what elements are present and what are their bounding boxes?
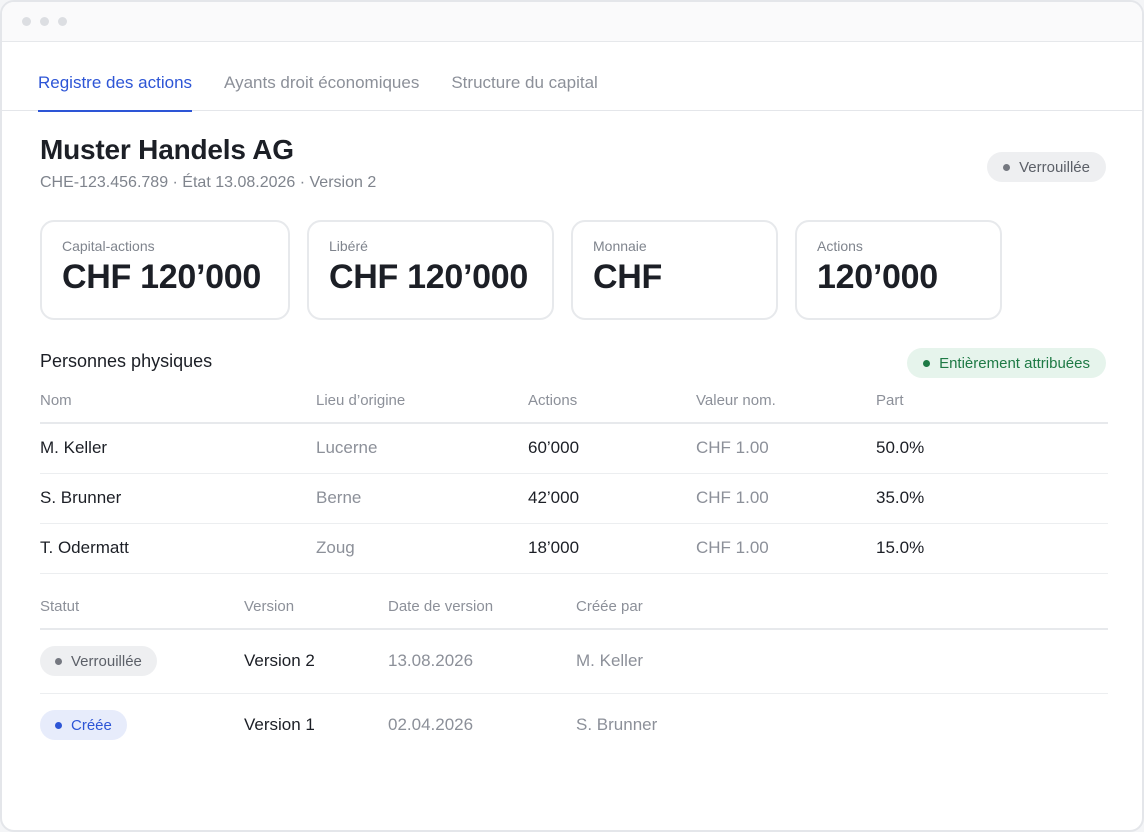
column-header-version[interactable]: Version (244, 598, 388, 630)
company-subtitle: CHE-123.456.789 · État 13.08.2026 · Vers… (40, 174, 377, 191)
table-row[interactable]: S. Brunner Berne 42’000 CHF 1.00 35.0% (40, 473, 1108, 524)
tab-beneficial-owners[interactable]: Ayants droit économiques (224, 60, 419, 111)
app-window: Registre des actions Ayants droit économ… (0, 0, 1144, 832)
cell-version: Version 2 (244, 629, 388, 694)
cell-version: Version 1 (244, 715, 315, 735)
cell-shares: 18’000 (528, 523, 696, 574)
cell-status: Verrouillée (40, 629, 244, 694)
cell-nominal: CHF 1.00 (696, 523, 876, 574)
status-badge-label: Verrouillée (71, 652, 142, 670)
table-header-row: Nom Lieu d’origine Actions Valeur nom. P… (40, 392, 1108, 424)
status-badge-label: Verrouillée (1019, 158, 1090, 176)
cell-shares: 60’000 (528, 423, 696, 474)
cell-name: S. Brunner (40, 473, 316, 524)
card-label: Libéré (329, 238, 368, 254)
window-minimize-button[interactable] (40, 17, 49, 26)
card-share-capital: Capital-actions CHF 120’000 (40, 220, 290, 320)
column-header-part[interactable]: Part (876, 392, 1108, 424)
persons-section-title: Personnes physiques (40, 351, 213, 371)
cell-status: Créée (40, 693, 244, 757)
cell-origin: Zoug (316, 523, 528, 574)
card-currency: Monnaie CHF (571, 220, 778, 320)
versions-table: Statut Version Date de version Créée par… (40, 598, 1108, 757)
cell-nominal: CHF 1.00 (696, 473, 876, 524)
status-dot-icon (1003, 163, 1011, 171)
company-name: Muster Handels AG (40, 134, 294, 165)
status-dot-icon (55, 657, 62, 665)
window-close-button[interactable] (22, 17, 31, 26)
cell-shares: 42’000 (528, 473, 696, 524)
cell-part: 35.0% (876, 473, 1108, 524)
card-value: CHF 120’000 (329, 258, 528, 296)
summary-cards: Capital-actions CHF 120’000 Libéré CHF 1… (40, 220, 1002, 320)
card-value: 120’000 (817, 258, 938, 296)
table-header-row: Statut Version Date de version Créée par (40, 598, 1108, 630)
window-zoom-button[interactable] (58, 17, 67, 26)
cell-nominal: CHF 1.00 (696, 423, 876, 474)
tab-bar: Registre des actions Ayants droit économ… (2, 60, 1142, 112)
status-badge-locked: Verrouillée (987, 152, 1106, 182)
cell-origin: Lucerne (316, 423, 528, 474)
cell-part: 15.0% (876, 523, 1108, 574)
column-header-author[interactable]: Créée par (576, 598, 1108, 630)
persons-table: Nom Lieu d’origine Actions Valeur nom. P… (40, 392, 1108, 574)
table-row[interactable]: T. Odermatt Zoug 18’000 CHF 1.00 15.0% (40, 523, 1108, 574)
card-label: Actions (817, 238, 863, 254)
column-header-status[interactable]: Statut (40, 598, 244, 630)
column-header-name[interactable]: Nom (40, 392, 316, 424)
status-dot-icon (55, 721, 62, 729)
cell-name: T. Odermatt (40, 523, 316, 574)
column-header-date[interactable]: Date de version (388, 598, 576, 630)
cell-name: M. Keller (40, 423, 316, 474)
cell-date: 13.08.2026 (388, 629, 576, 694)
table-row[interactable]: Verrouillée Version 2 13.08.2026 M. Kell… (40, 629, 1108, 694)
status-badge-locked: Verrouillée (40, 646, 157, 677)
company-header: Muster Handels AG CHE-123.456.789 · État… (40, 134, 376, 192)
card-value: CHF (593, 258, 662, 296)
column-header-shares[interactable]: Actions (528, 392, 696, 424)
card-label: Capital-actions (62, 238, 155, 254)
allocation-status-badge: Entièrement attribuées (907, 348, 1106, 378)
title-bar (2, 2, 1142, 42)
tab-share-register[interactable]: Registre des actions (38, 60, 193, 112)
status-badge-created: Créée (40, 710, 127, 741)
card-label: Monnaie (593, 238, 647, 254)
cell-author: S. Brunner (576, 715, 658, 735)
card-shares: Actions 120’000 (795, 220, 1002, 320)
cell-date: 02.04.2026 (388, 715, 474, 735)
table-row[interactable]: Créée Version 1 02.04.2026 S. Brunner (40, 693, 1108, 757)
allocation-status-label: Entièrement attribuées (939, 354, 1090, 372)
column-header-nominal[interactable]: Valeur nom. (696, 392, 876, 424)
tab-capital-structure[interactable]: Structure du capital (451, 60, 597, 111)
cell-origin: Berne (316, 473, 528, 524)
status-badge-label: Créée (71, 716, 112, 734)
cell-author: M. Keller (576, 629, 1108, 694)
column-header-origin[interactable]: Lieu d’origine (316, 392, 528, 424)
card-value: CHF 120’000 (62, 258, 261, 296)
card-paid-up: Libéré CHF 120’000 (307, 220, 554, 320)
status-dot-icon (923, 359, 931, 367)
cell-part: 50.0% (876, 423, 1108, 474)
table-row[interactable]: M. Keller Lucerne 60’000 CHF 1.00 50.0% (40, 423, 1108, 474)
